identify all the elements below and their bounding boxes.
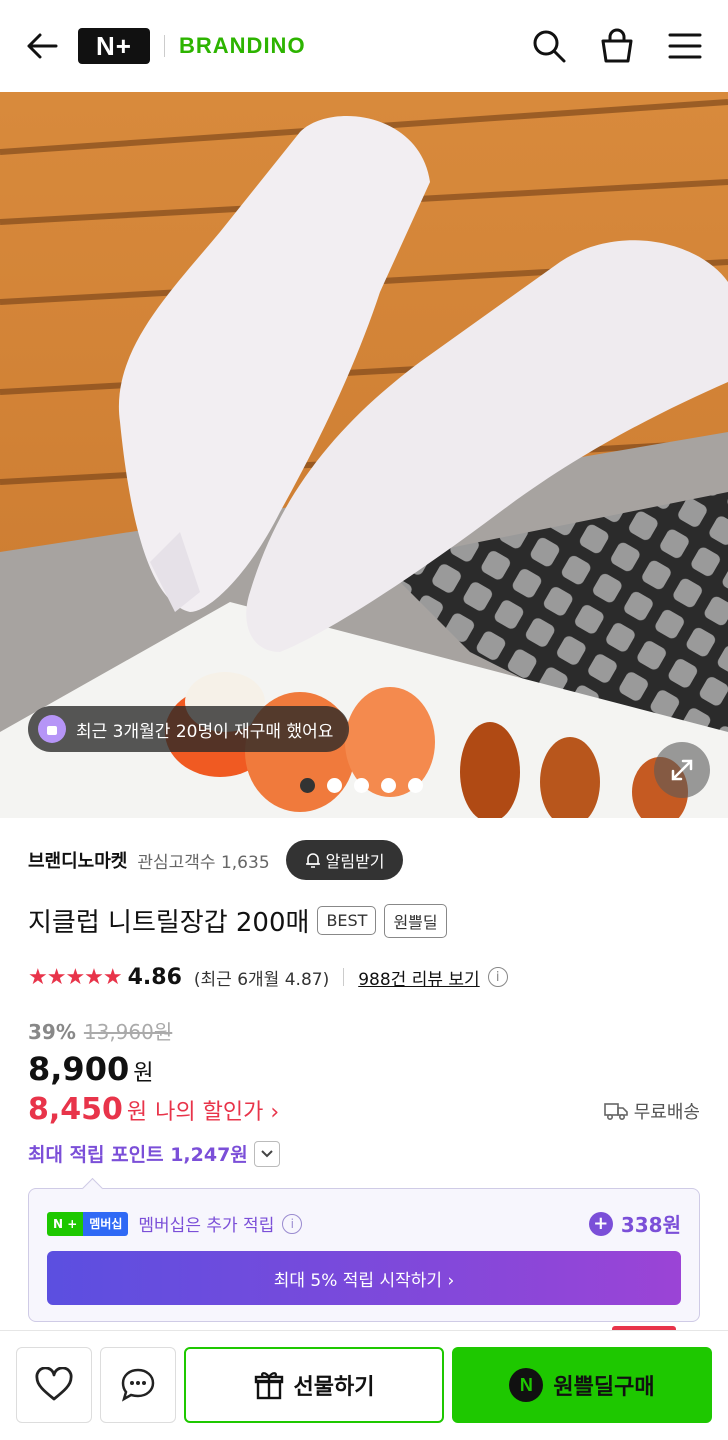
bottom-action-bar: 선물하기 N 원쁠딜구매 [0, 1330, 728, 1440]
truck-icon [603, 1103, 628, 1121]
membership-badge-label: 멤버십 [83, 1211, 129, 1236]
notify-button[interactable]: 알림받기 [285, 840, 403, 880]
heart-icon [35, 1367, 73, 1401]
start-membership-button[interactable]: 최대 5% 적립 시작하기 › [47, 1251, 681, 1305]
buy-label: 원쁠딜구매 [553, 1375, 655, 1400]
my-discount-price-row[interactable]: 8,450 원 나의 할인가 › [28, 1092, 279, 1127]
info-icon[interactable]: i [282, 1213, 303, 1234]
notify-label: 알림받기 [325, 852, 385, 871]
carousel-dot[interactable] [327, 778, 342, 793]
top-header: N+ BRANDINO [0, 0, 728, 92]
discount-row: 39% 13,960원 [28, 1016, 172, 1045]
store-name[interactable]: 브랜디노마켓 [28, 847, 127, 873]
rating-score: 4.86 [127, 964, 182, 990]
shopping-bag-icon [38, 715, 66, 743]
deal-tag: 원쁠딜 [384, 903, 447, 938]
max-points-row[interactable]: 최대 적립 포인트 1,247원 [28, 1140, 280, 1167]
menu-icon[interactable] [666, 27, 704, 65]
membership-text: 멤버십은 추가 적립 [138, 1216, 275, 1236]
plus-circle-icon: + [588, 1211, 613, 1236]
product-title: 지클럽 니트릴장갑 200매 [28, 908, 310, 938]
my-price: 8,450 [28, 1092, 123, 1127]
chat-bubble-icon [121, 1368, 155, 1402]
back-arrow-icon[interactable] [24, 28, 60, 64]
membership-points: + 338원 [588, 1209, 681, 1238]
shopping-bag-icon[interactable] [598, 27, 636, 65]
currency-label: 원 [133, 1061, 154, 1086]
membership-badge: N + 멤버십 [47, 1211, 129, 1236]
gift-label: 선물하기 [293, 1375, 375, 1400]
repurchase-text: 최근 3개월간 20명이 재구매 했어요 [76, 721, 334, 742]
follower-count: 관심고객수 1,635 [137, 852, 270, 873]
chat-button[interactable] [100, 1347, 176, 1423]
bell-plus-icon [305, 853, 320, 868]
price-row: 8,900 원 [28, 1050, 153, 1088]
recent-rating: (최근 6개월 4.87) [193, 969, 330, 990]
divider [343, 968, 345, 986]
best-tag: BEST [317, 906, 377, 935]
product-title-row: 지클럽 니트릴장갑 200매 BEST 원쁠딜 [28, 902, 447, 939]
shipping-info: 무료배송 [603, 1098, 700, 1124]
shipping-label: 무료배송 [633, 1102, 700, 1123]
expand-icon[interactable] [654, 742, 710, 798]
chevron-down-icon[interactable] [253, 1140, 280, 1167]
naver-plus-badge: N + [47, 1211, 84, 1236]
header-divider [164, 35, 165, 57]
carousel-dots [300, 778, 423, 793]
gift-icon [254, 1372, 283, 1400]
carousel-dot[interactable] [381, 778, 396, 793]
discount-rate: 39% [28, 1020, 76, 1044]
repurchase-badge: 최근 3개월간 20명이 재구매 했어요 [28, 706, 350, 752]
wishlist-button[interactable] [16, 1347, 92, 1423]
naver-n-icon: N [509, 1368, 544, 1402]
currency-label: 원 [126, 1100, 148, 1125]
search-icon[interactable] [530, 27, 568, 65]
membership-points-value: 338원 [620, 1213, 681, 1237]
sale-price: 8,900 [28, 1050, 130, 1088]
info-icon[interactable]: i [487, 967, 508, 987]
buy-button[interactable]: N 원쁠딜구매 [452, 1347, 712, 1423]
gift-button[interactable]: 선물하기 [184, 1347, 444, 1423]
brand-logo[interactable]: BRANDINO [179, 33, 306, 59]
carousel-dot[interactable] [408, 778, 423, 793]
review-link[interactable]: 988건 리뷰 보기 [358, 965, 479, 990]
max-points-label: 최대 적립 포인트 1,247원 [28, 1144, 248, 1166]
naver-plus-logo[interactable]: N+ [78, 28, 150, 64]
carousel-dot[interactable] [300, 778, 315, 793]
store-row: 브랜디노마켓 관심고객수 1,635 알림받기 [28, 840, 403, 880]
carousel-dot[interactable] [354, 778, 369, 793]
original-price: 13,960원 [83, 1020, 173, 1044]
product-image-carousel[interactable]: 최근 3개월간 20명이 재구매 했어요 [0, 92, 728, 818]
my-price-label: 나의 할인가 › [155, 1100, 280, 1125]
star-rating-icon: ★★★★★ [28, 964, 123, 990]
membership-box: N + 멤버십 멤버십은 추가 적립 i + 338원 최대 5% 적립 시작하… [28, 1188, 700, 1322]
rating-row: ★★★★★ 4.86 (최근 6개월 4.87) 988건 리뷰 보기 i [28, 962, 508, 992]
